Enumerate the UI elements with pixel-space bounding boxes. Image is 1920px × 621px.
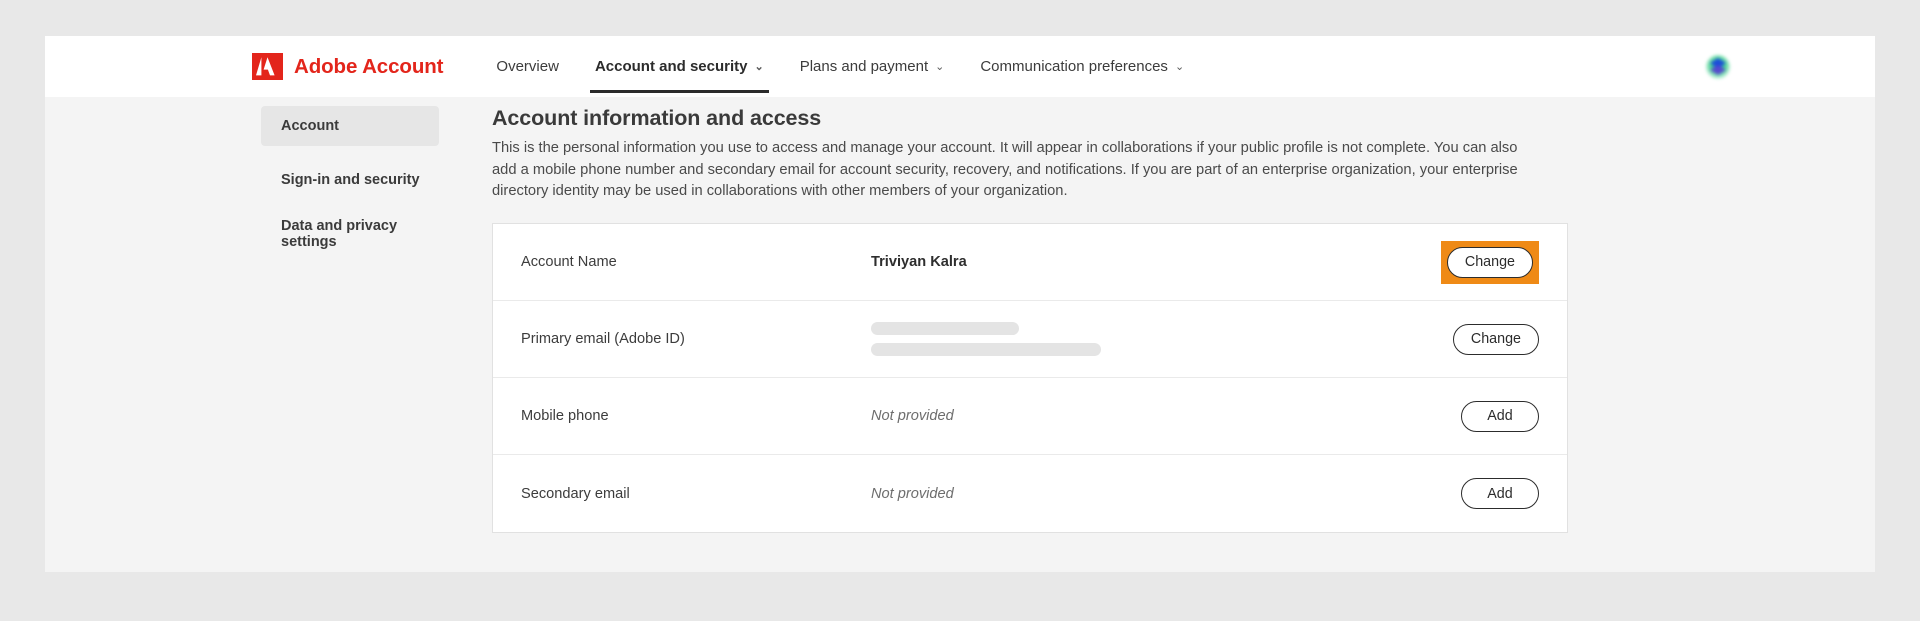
- redaction-bar: [871, 343, 1101, 357]
- main-nav: Overview Account and security ⌄ Plans an…: [478, 36, 1202, 97]
- nav-label-communication-preferences: Communication preferences: [980, 58, 1168, 75]
- row-label-secondary-email: Secondary email: [521, 485, 630, 502]
- row-value-account-name: Triviyan Kalra: [871, 254, 967, 271]
- adobe-logo-icon: [252, 53, 283, 80]
- chevron-down-icon: ⌄: [1174, 61, 1185, 73]
- row-action-account-name: Change: [1379, 240, 1539, 284]
- top-header: Adobe Account Overview Account and secur…: [45, 36, 1875, 97]
- chevron-down-icon: ⌄: [935, 61, 945, 73]
- sidebar-item-sign-in-and-security[interactable]: Sign-in and security: [261, 160, 439, 200]
- brand-title: Adobe Account: [294, 54, 444, 78]
- change-account-name-button[interactable]: Change: [1446, 246, 1533, 278]
- chevron-down-icon: ⌄: [754, 61, 764, 73]
- row-action-primary-email: Change: [1379, 323, 1539, 355]
- row-value-secondary-email: Not provided: [871, 485, 954, 502]
- sidebar-item-label: Sign-in and security: [281, 172, 420, 188]
- nav-item-communication-preferences[interactable]: Communication preferences ⌄: [962, 36, 1202, 97]
- sidebar: Account Sign-in and security Data and pr…: [261, 106, 439, 254]
- user-avatar-icon: [1701, 50, 1735, 84]
- nav-label-account-and-security: Account and security: [594, 58, 748, 75]
- redacted-email-value: [871, 322, 1379, 357]
- nav-item-plans-and-payment[interactable]: Plans and payment ⌄: [782, 36, 963, 97]
- redaction-bar: [871, 322, 1019, 336]
- row-label-account-name: Account Name: [521, 254, 617, 271]
- account-page: Adobe Account Overview Account and secur…: [45, 36, 1875, 572]
- sidebar-item-label: Data and privacy settings: [281, 218, 398, 250]
- table-row: Secondary email Not provided Add: [493, 455, 1567, 532]
- row-value-primary-email: [871, 322, 1379, 357]
- sidebar-item-account[interactable]: Account: [261, 106, 439, 146]
- page-title: Account information and access: [492, 106, 822, 130]
- change-primary-email-button[interactable]: Change: [1452, 323, 1539, 355]
- nav-item-overview[interactable]: Overview: [478, 36, 577, 97]
- nav-item-account-and-security[interactable]: Account and security ⌄: [577, 36, 782, 97]
- row-label-primary-email: Primary email (Adobe ID): [521, 331, 685, 348]
- row-label-mobile-phone: Mobile phone: [521, 408, 609, 425]
- row-action-secondary-email: Add: [1379, 478, 1539, 510]
- sidebar-item-data-and-privacy-settings[interactable]: Data and privacy settings: [261, 214, 439, 254]
- highlight-box: Change: [1440, 240, 1539, 284]
- add-secondary-email-button[interactable]: Add: [1461, 478, 1539, 510]
- nav-label-overview: Overview: [496, 58, 559, 75]
- account-info-table: Account Name Triviyan Kalra Change Prima…: [492, 223, 1568, 534]
- row-action-mobile-phone: Add: [1379, 400, 1539, 432]
- brand-logo[interactable]: Adobe Account: [252, 53, 444, 80]
- table-row: Primary email (Adobe ID) Change: [493, 301, 1567, 379]
- nav-label-plans-and-payment: Plans and payment: [799, 58, 929, 75]
- page-description: This is the personal information you use…: [492, 140, 1518, 200]
- table-row: Mobile phone Not provided Add: [493, 378, 1567, 456]
- page-body: Account Sign-in and security Data and pr…: [45, 97, 1875, 572]
- sidebar-item-label: Account: [281, 118, 339, 134]
- add-mobile-phone-button[interactable]: Add: [1461, 400, 1539, 432]
- row-value-mobile-phone: Not provided: [871, 408, 954, 425]
- main-content: Account information and access This is t…: [492, 97, 1632, 534]
- table-row: Account Name Triviyan Kalra Change: [493, 224, 1567, 302]
- avatar[interactable]: [1701, 50, 1735, 84]
